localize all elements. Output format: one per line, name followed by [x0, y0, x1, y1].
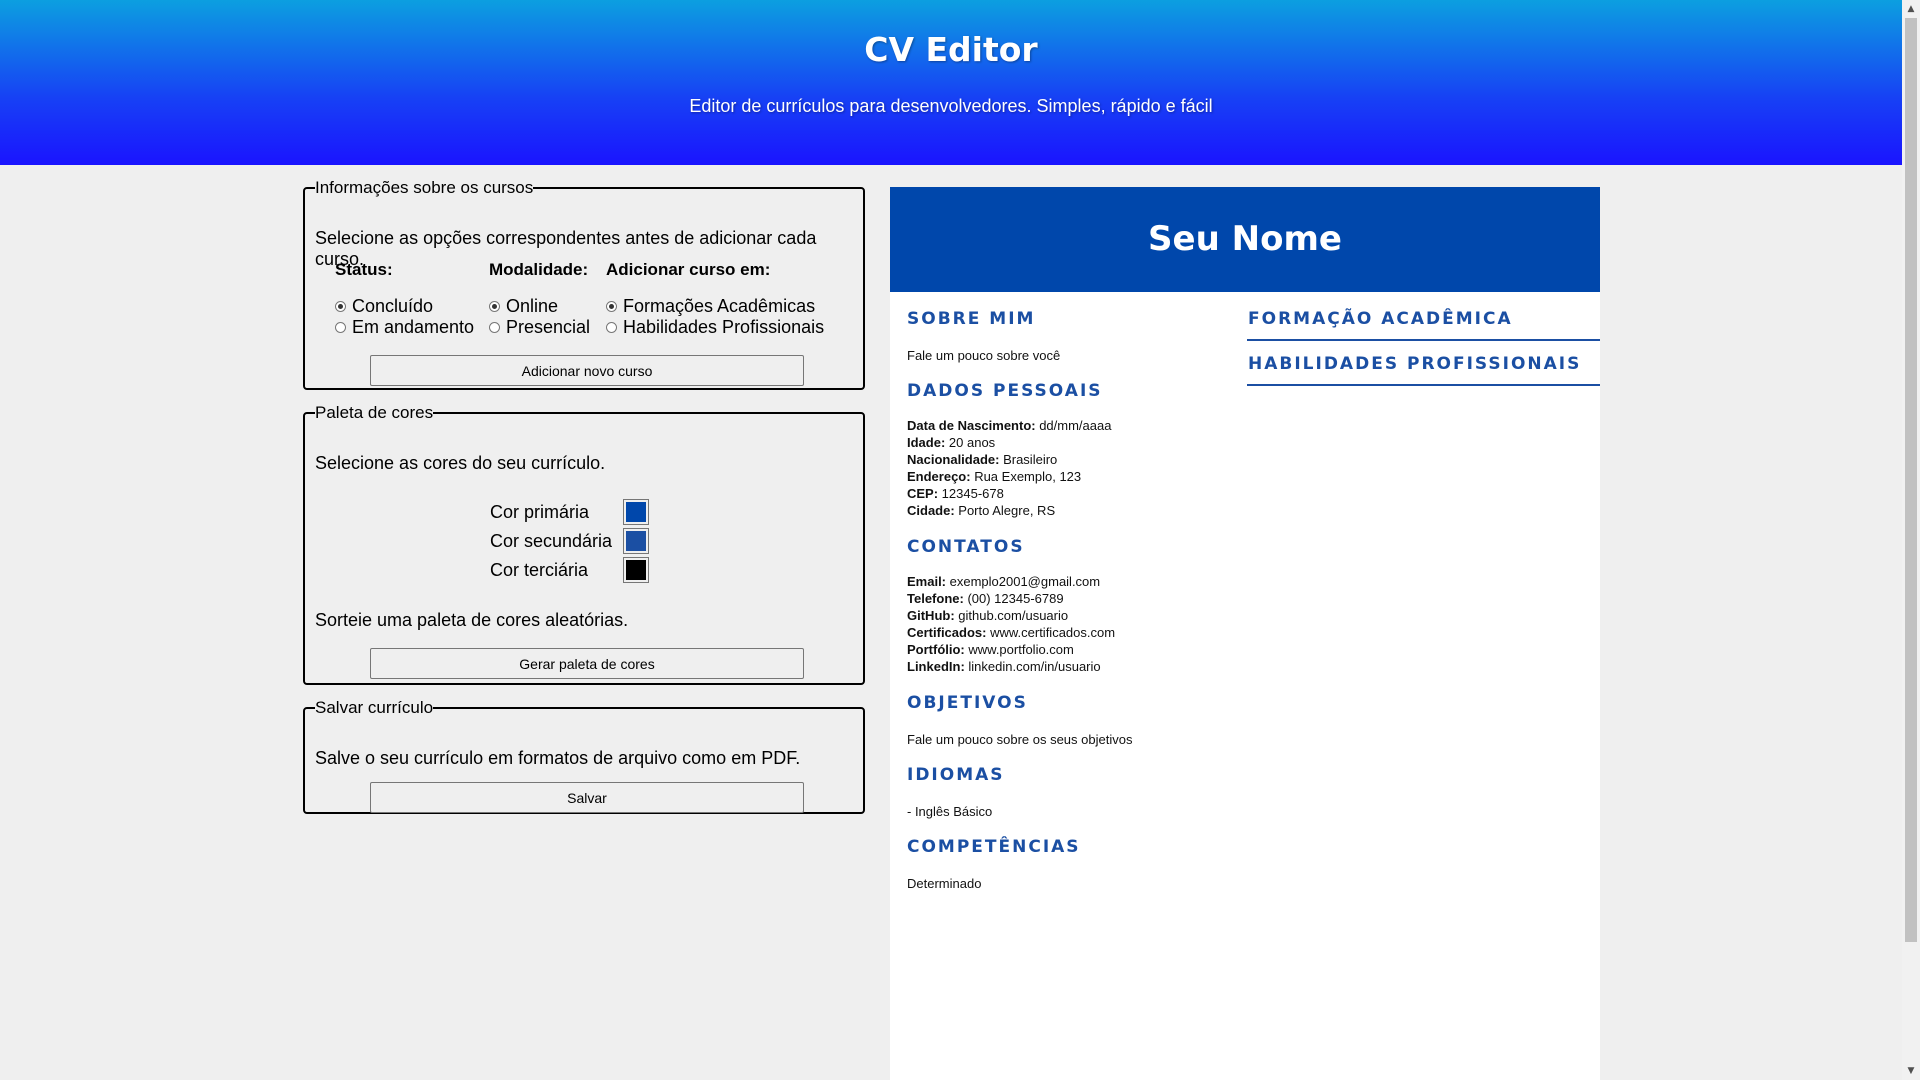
contact-field: Portfólio: www.portfolio.com [907, 642, 1074, 657]
target-habilidades-radio[interactable] [606, 322, 617, 333]
skills-title: COMPETÊNCIAS [907, 837, 1081, 857]
app-title: CV Editor [864, 30, 1038, 69]
contact-field: Telefone: (00) 12345-6789 [907, 591, 1064, 606]
app-subtitle: Editor de currículos para desenvolvedore… [689, 96, 1213, 116]
scroll-down-arrow-icon[interactable]: ▼ [1902, 1064, 1920, 1078]
personal-title: DADOS PESSOAIS [907, 381, 1103, 401]
status-option-label: Em andamento [352, 317, 475, 337]
generate-palette-button[interactable]: Gerar paleta de cores [370, 648, 804, 679]
languages-text: - Inglês Básico [907, 804, 993, 819]
courses-legend: Informações sobre os cursos [315, 178, 534, 197]
objectives-text: Fale um pouco sobre os seus objetivos [907, 732, 1133, 747]
personal-list: Data de Nascimento: dd/mm/aaaa Idade: 20… [907, 417, 1111, 519]
professional-title: HABILIDADES PROFISSIONAIS [1248, 354, 1582, 374]
skills-text: Determinado [907, 876, 982, 891]
primary-color-row: Cor primária [490, 499, 649, 525]
tertiary-color-swatch [626, 560, 646, 580]
palette-legend: Paleta de cores [315, 403, 434, 422]
primary-color-label: Cor primária [490, 501, 590, 522]
target-heading: Adicionar curso em: [606, 260, 771, 279]
primary-color-swatch [626, 502, 646, 522]
modality-option-label: Online [506, 296, 559, 316]
status-option-concluido[interactable]: Concluído [335, 296, 474, 317]
modality-option-label: Presencial [506, 317, 591, 337]
modality-option-online[interactable]: Online [489, 296, 590, 317]
secondary-color-row: Cor secundária [490, 528, 649, 554]
save-legend: Salvar currículo [315, 698, 434, 717]
cv-header: Seu Nome [890, 187, 1600, 292]
personal-field: Idade: 20 anos [907, 435, 996, 450]
status-em-andamento-radio[interactable] [335, 322, 346, 333]
personal-field: Endereço: Rua Exemplo, 123 [907, 469, 1082, 484]
status-option-label: Concluído [352, 296, 434, 316]
add-course-button[interactable]: Adicionar novo curso [370, 355, 804, 386]
contact-field: Certificados: www.certificados.com [907, 625, 1116, 640]
professional-divider [1247, 384, 1600, 386]
target-formacoes-radio[interactable] [606, 301, 617, 312]
cv-name: Seu Nome [1148, 219, 1342, 259]
personal-field: Data de Nascimento: dd/mm/aaaa [907, 418, 1112, 433]
education-divider [1247, 339, 1600, 341]
palette-description: Selecione as cores do seu currículo. [315, 453, 606, 473]
personal-field: Nacionalidade: Brasileiro [907, 452, 1058, 467]
target-group: Adicionar curso em: Formações Acadêmicas… [606, 260, 824, 338]
modality-heading: Modalidade: [489, 260, 589, 279]
contact-field: LinkedIn: linkedin.com/in/usuario [907, 659, 1101, 674]
contact-field: GitHub: github.com/usuario [907, 608, 1069, 623]
objectives-title: OBJETIVOS [907, 693, 1028, 713]
modality-option-presencial[interactable]: Presencial [489, 317, 590, 338]
app-header: CV Editor Editor de currículos para dese… [0, 0, 1902, 165]
save-fieldset: Salvar currículo Salve o seu currículo e… [303, 698, 865, 814]
modality-group: Modalidade: Online Presencial [489, 260, 590, 338]
scroll-up-arrow-icon[interactable]: ▲ [1902, 2, 1920, 16]
contact-field: Email: exemplo2001@gmail.com [907, 574, 1101, 589]
secondary-color-picker[interactable] [623, 528, 649, 554]
status-option-em-andamento[interactable]: Em andamento [335, 317, 474, 338]
random-palette-text: Sorteie uma paleta de cores aleatórias. [315, 610, 629, 630]
secondary-color-label: Cor secundária [490, 530, 613, 551]
modality-online-radio[interactable] [489, 301, 500, 312]
contacts-list: Email: exemplo2001@gmail.com Telefone: (… [907, 573, 1115, 675]
save-button[interactable]: Salvar [370, 782, 804, 813]
primary-color-picker[interactable] [623, 499, 649, 525]
scrollbar-thumb[interactable] [1905, 18, 1917, 942]
status-heading: Status: [335, 260, 393, 279]
personal-field: CEP: 12345-678 [907, 486, 1004, 501]
status-group: Status: Concluído Em andamento [335, 260, 474, 338]
personal-field: Cidade: Porto Alegre, RS [907, 503, 1056, 518]
tertiary-color-label: Cor terciária [490, 559, 589, 580]
education-title: FORMAÇÃO ACADÊMICA [1248, 309, 1513, 329]
languages-title: IDIOMAS [907, 765, 1005, 785]
cv-preview: Seu Nome SOBRE MIM Fale um pouco sobre v… [890, 187, 1600, 1080]
page-scrollbar[interactable]: ▲ ▼ [1902, 0, 1920, 1080]
save-description: Salve o seu currículo em formatos de arq… [315, 748, 801, 768]
target-option-formacoes[interactable]: Formações Acadêmicas [606, 296, 824, 317]
target-option-habilidades[interactable]: Habilidades Profissionais [606, 317, 824, 338]
tertiary-color-picker[interactable] [623, 557, 649, 583]
palette-fieldset: Paleta de cores Selecione as cores do se… [303, 403, 865, 685]
target-option-label: Habilidades Profissionais [623, 317, 825, 337]
modality-presencial-radio[interactable] [489, 322, 500, 333]
tertiary-color-row: Cor terciária [490, 557, 649, 583]
target-option-label: Formações Acadêmicas [623, 296, 816, 316]
about-title: SOBRE MIM [907, 309, 1036, 329]
contacts-title: CONTATOS [907, 537, 1025, 557]
secondary-color-swatch [626, 531, 646, 551]
status-concluido-radio[interactable] [335, 301, 346, 312]
about-text: Fale um pouco sobre você [907, 348, 1061, 363]
courses-fieldset: Informações sobre os cursos Selecione as… [303, 178, 865, 390]
